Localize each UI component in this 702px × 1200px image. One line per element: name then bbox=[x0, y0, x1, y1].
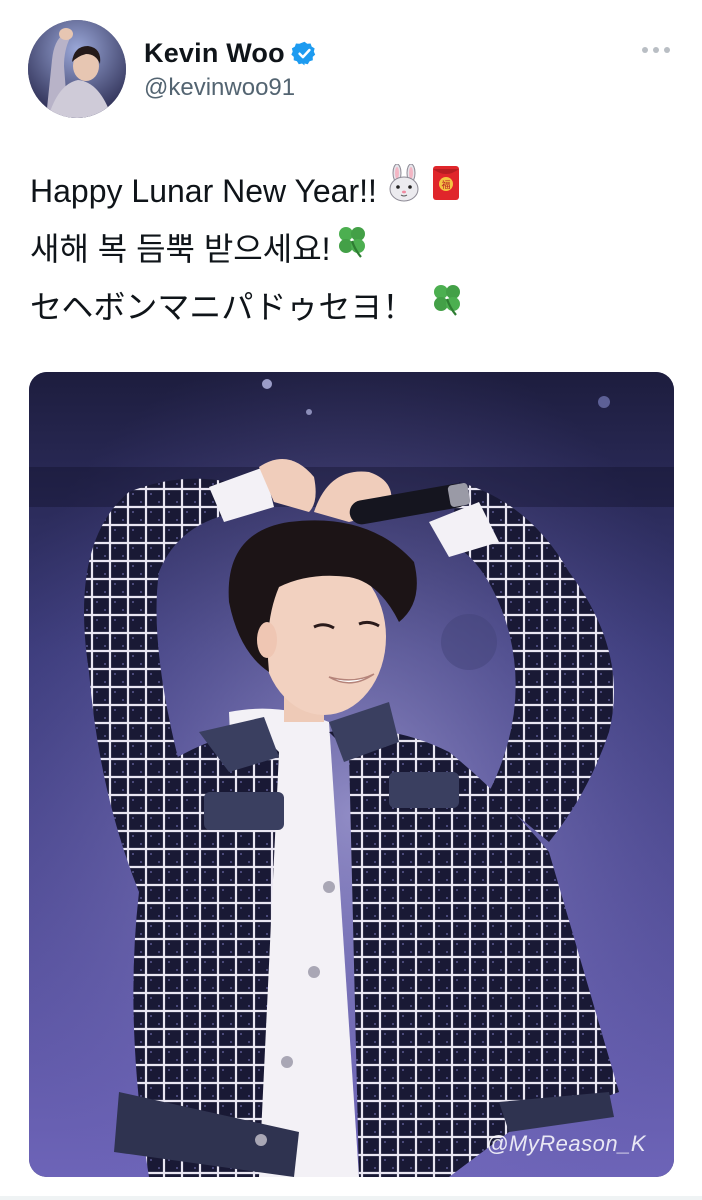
four-leaf-clover-icon bbox=[428, 278, 466, 336]
tweet-line: 새해 복 듬뿍 받으세요! bbox=[30, 220, 670, 278]
rabbit-face-icon bbox=[385, 162, 423, 220]
tweet-media-photo[interactable]: @MyReason_K bbox=[29, 372, 674, 1177]
tweet-line-text: Happy Lunar New Year!! bbox=[30, 173, 377, 209]
red-envelope-icon: 福 bbox=[431, 162, 461, 220]
avatar-image bbox=[28, 20, 126, 118]
photo-watermark: @MyReason_K bbox=[486, 1131, 646, 1156]
tweet-line-text: セヘボンマニパドゥセヨ！ bbox=[30, 289, 415, 325]
tweet-text: Happy Lunar New Year!! 福 새해 복 듬뿍 받으세요! セ… bbox=[30, 162, 670, 336]
more-options-icon[interactable] bbox=[636, 38, 676, 62]
four-leaf-clover-icon bbox=[333, 220, 371, 278]
svg-text:福: 福 bbox=[441, 179, 450, 191]
tweet-header: Kevin Woo @kevinwoo91 bbox=[28, 20, 678, 120]
display-name[interactable]: Kevin Woo bbox=[144, 38, 285, 69]
user-handle[interactable]: @kevinwoo91 bbox=[144, 74, 318, 102]
verified-badge-icon bbox=[291, 40, 318, 67]
name-row: Kevin Woo bbox=[144, 36, 318, 70]
avatar[interactable] bbox=[28, 20, 126, 118]
tweet-line-text: 새해 복 듬뿍 받으세요! bbox=[30, 231, 331, 267]
tweet: Kevin Woo @kevinwoo91 Happy Lunar New Ye… bbox=[0, 0, 702, 1200]
name-block: Kevin Woo @kevinwoo91 bbox=[144, 36, 318, 102]
tweet-line: Happy Lunar New Year!! 福 bbox=[30, 162, 670, 220]
concert-photo bbox=[29, 372, 674, 1177]
divider bbox=[0, 1196, 702, 1200]
tweet-line: セヘボンマニパドゥセヨ！ bbox=[30, 278, 670, 336]
